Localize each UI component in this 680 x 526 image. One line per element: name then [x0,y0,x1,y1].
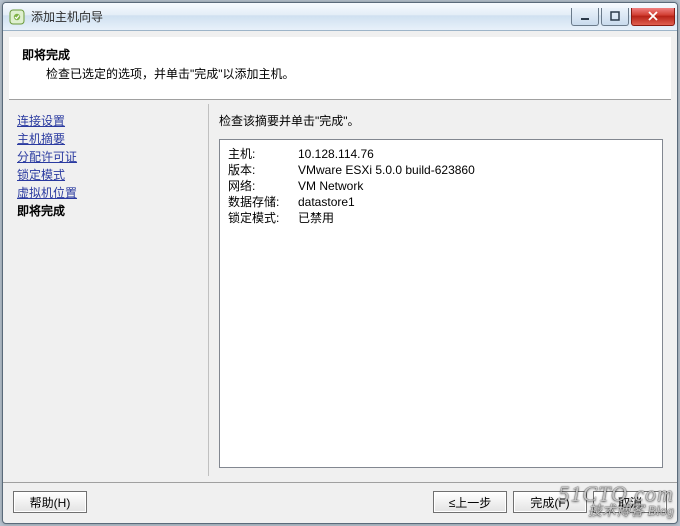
wizard-content: 连接设置 主机摘要 分配许可证 锁定模式 虚拟机位置 即将完成 检查该摘要并单击… [9,104,671,476]
maximize-icon [610,11,620,21]
summary-row-network: 网络: VM Network [228,178,654,194]
summary-value: datastore1 [298,194,654,210]
app-icon [9,9,25,25]
summary-label: 主机: [228,146,298,162]
summary-row-host: 主机: 10.128.114.76 [228,146,654,162]
titlebar: 添加主机向导 [3,3,677,31]
step-vm-location[interactable]: 虚拟机位置 [17,184,204,202]
summary-row-datastore: 数据存储: datastore1 [228,194,654,210]
wizard-footer: 帮助(H) ≤上一步 完成(F) 取消 [3,482,677,523]
summary-label: 锁定模式: [228,210,298,226]
summary-value: 已禁用 [298,210,654,226]
close-icon [647,11,659,21]
summary-label: 网络: [228,178,298,194]
summary-row-version: 版本: VMware ESXi 5.0.0 build-623860 [228,162,654,178]
wizard-steps-sidebar: 连接设置 主机摘要 分配许可证 锁定模式 虚拟机位置 即将完成 [9,104,209,476]
step-connection-settings[interactable]: 连接设置 [17,112,204,130]
maximize-button[interactable] [601,8,629,26]
wizard-window: 添加主机向导 即将完成 检查已选定的选项，并单击"完成"以添加主机。 连接设置 … [2,2,678,524]
window-controls [571,8,675,26]
summary-value: VMware ESXi 5.0.0 build-623860 [298,162,654,178]
summary-label: 版本: [228,162,298,178]
wizard-step-title: 即将完成 [22,46,658,63]
step-lockdown-mode[interactable]: 锁定模式 [17,166,204,184]
instruction-text: 检查该摘要并单击"完成"。 [219,112,663,129]
summary-value: VM Network [298,178,654,194]
step-ready-to-complete: 即将完成 [17,202,204,220]
wizard-main-pane: 检查该摘要并单击"完成"。 主机: 10.128.114.76 版本: VMwa… [209,104,671,476]
wizard-step-subtitle: 检查已选定的选项，并单击"完成"以添加主机。 [46,65,658,82]
close-button[interactable] [631,8,675,26]
cancel-button[interactable]: 取消 [593,491,667,513]
finish-button[interactable]: 完成(F) [513,491,587,513]
step-host-summary[interactable]: 主机摘要 [17,130,204,148]
header-divider [9,99,671,100]
summary-value: 10.128.114.76 [298,146,654,162]
back-button[interactable]: ≤上一步 [433,491,507,513]
minimize-button[interactable] [571,8,599,26]
help-button[interactable]: 帮助(H) [13,491,87,513]
summary-label: 数据存储: [228,194,298,210]
summary-box: 主机: 10.128.114.76 版本: VMware ESXi 5.0.0 … [219,139,663,468]
minimize-icon [580,11,590,21]
wizard-header: 即将完成 检查已选定的选项，并单击"完成"以添加主机。 [9,37,671,99]
step-assign-license[interactable]: 分配许可证 [17,148,204,166]
window-title: 添加主机向导 [31,8,571,25]
summary-row-lockdown: 锁定模式: 已禁用 [228,210,654,226]
